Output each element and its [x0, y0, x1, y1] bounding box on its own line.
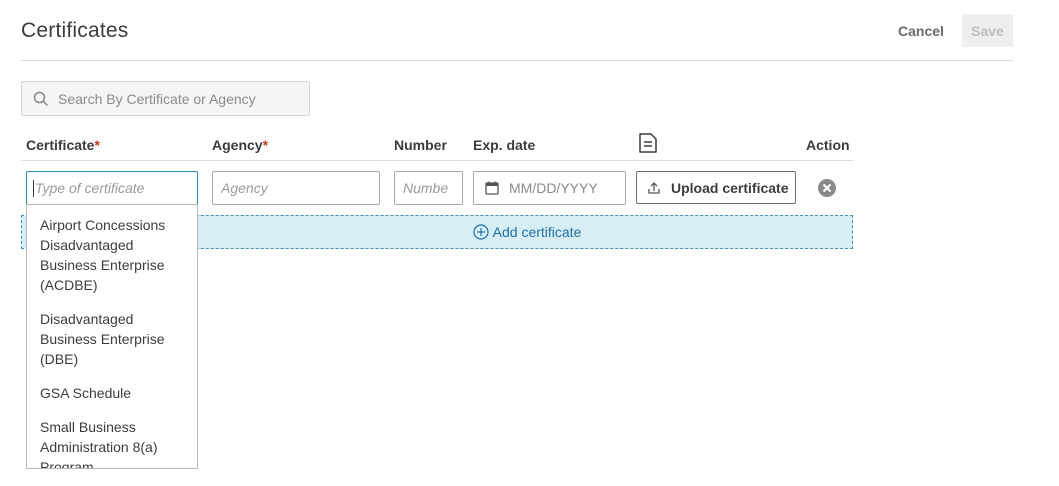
header-divider — [21, 60, 1013, 61]
required-marker: * — [262, 137, 269, 153]
agency-input[interactable] — [213, 180, 379, 196]
certificates-page: Certificates Cancel Save Certificate* Ag… — [0, 0, 1059, 486]
required-marker: * — [94, 137, 100, 153]
add-certificate-label: Add certificate — [492, 224, 582, 240]
cancel-button[interactable]: Cancel — [888, 16, 954, 46]
certificate-type-input[interactable] — [27, 180, 197, 196]
exp-date-field[interactable] — [473, 171, 626, 205]
column-header-certificate: Certificate* — [26, 137, 100, 153]
column-header-number: Number — [394, 137, 447, 153]
number-input[interactable] — [395, 180, 462, 196]
dropdown-option[interactable]: Disadvantaged Business Enterprise (DBE) — [27, 303, 197, 377]
text-caret — [33, 180, 34, 197]
certificate-type-dropdown[interactable]: Airport Concessions Disadvantaged Busine… — [26, 204, 198, 469]
column-header-exp-date: Exp. date — [473, 137, 536, 153]
agency-field[interactable] — [212, 171, 380, 205]
search-input[interactable] — [58, 90, 288, 107]
dropdown-option[interactable]: Small Business Administration 8(a) Progr… — [27, 411, 197, 468]
upload-certificate-label: Upload certificate — [671, 179, 789, 196]
search-box[interactable] — [21, 81, 310, 116]
table-header-divider — [21, 160, 853, 161]
upload-icon — [647, 181, 661, 195]
calendar-icon — [485, 181, 499, 195]
page-title: Certificates — [21, 19, 129, 42]
column-header-action: Action — [806, 137, 850, 153]
search-icon — [33, 91, 49, 107]
certificate-type-field[interactable] — [26, 171, 198, 205]
dropdown-option[interactable]: GSA Schedule — [27, 377, 197, 411]
dropdown-option[interactable]: Airport Concessions Disadvantaged Busine… — [27, 205, 197, 303]
save-button[interactable]: Save — [962, 14, 1013, 47]
remove-row-icon[interactable] — [817, 178, 837, 198]
column-agency-label: Agency — [212, 137, 263, 153]
document-icon — [638, 132, 658, 154]
add-circle-icon — [473, 224, 489, 240]
upload-certificate-button[interactable]: Upload certificate — [636, 171, 796, 204]
column-header-agency: Agency* — [212, 137, 268, 153]
number-field[interactable] — [394, 171, 463, 205]
exp-date-input[interactable] — [499, 180, 625, 196]
column-certificate-label: Certificate — [26, 137, 95, 153]
